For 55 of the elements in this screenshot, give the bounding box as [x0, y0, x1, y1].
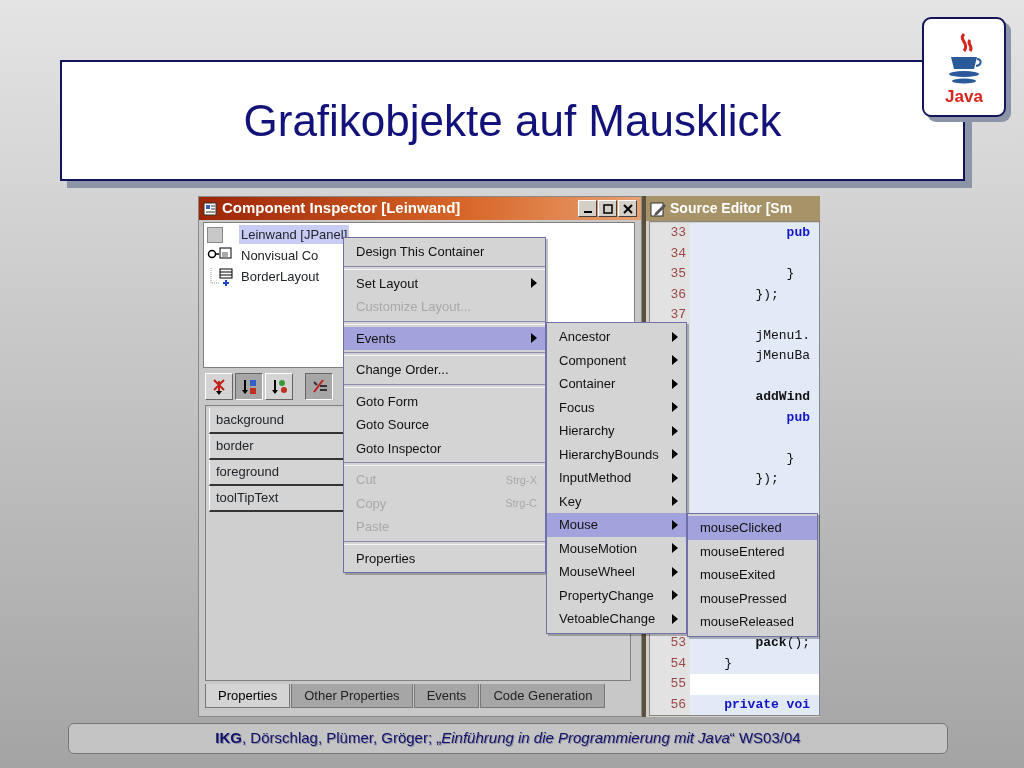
tree-item[interactable]: Nonvisual Co: [239, 245, 321, 266]
tab[interactable]: Properties: [205, 684, 291, 708]
menu-item[interactable]: PropertyChange: [547, 583, 686, 607]
menu-item[interactable]: mouseExited: [688, 563, 817, 587]
sort-icon: [270, 378, 288, 395]
menu-item[interactable]: mouseEntered: [688, 539, 817, 563]
line-number: 53: [650, 633, 690, 654]
menu-item[interactable]: MouseWheel: [547, 560, 686, 584]
menu-item[interactable]: Goto Source: [344, 413, 545, 437]
menu-item[interactable]: Goto Inspector: [344, 436, 545, 460]
menu-item[interactable]: mouseClicked: [688, 516, 817, 540]
window-title: Source Editor [Sm: [670, 199, 793, 218]
line-number: 54: [650, 653, 690, 674]
sort-icon: [240, 378, 258, 395]
filter-icon: [310, 378, 328, 395]
menu-item[interactable]: Change Order...: [344, 358, 545, 382]
line-number: 56: [650, 694, 690, 715]
minimize-icon: [583, 211, 592, 213]
menu-item[interactable]: mouseReleased: [688, 610, 817, 634]
menu-item[interactable]: Events: [344, 326, 545, 350]
line-number: 33: [650, 223, 690, 244]
menu-item[interactable]: Mouse: [547, 513, 686, 537]
menu-item[interactable]: mousePressed: [688, 586, 817, 610]
line-number: 34: [650, 243, 690, 264]
asterisk-arrow-icon: [210, 378, 228, 395]
menu-item[interactable]: Set Layout: [344, 271, 545, 295]
edit-icon: [650, 200, 666, 217]
menu-item[interactable]: MouseMotion: [547, 536, 686, 560]
menu-item[interactable]: Component: [547, 348, 686, 372]
tree-item[interactable]: BorderLayout: [239, 266, 322, 287]
close-button[interactable]: [618, 200, 637, 217]
tab[interactable]: Other Properties: [291, 684, 413, 708]
layout-icon: [207, 267, 233, 286]
panel-icon: [207, 226, 223, 243]
menu-item[interactable]: Ancestor: [547, 325, 686, 349]
window-title: Component Inspector [Leinwand]: [222, 198, 461, 219]
footer-text: IKG, Dörschlag, Plümer, Gröger; „Einführung in die Programmierung mit Java“ WS03/04: [215, 728, 801, 749]
line-number: 36: [650, 284, 690, 305]
line-number: 35: [650, 264, 690, 285]
logo-text: Java: [945, 87, 983, 105]
tab[interactable]: Events: [413, 684, 480, 708]
tab[interactable]: Code Generation: [480, 684, 606, 708]
toolbar-button[interactable]: [305, 373, 333, 400]
tree-item[interactable]: Leinwand [JPanel]: [239, 224, 350, 245]
close-icon: [622, 203, 633, 214]
line-number: 55: [650, 674, 690, 695]
menu-item[interactable]: Container: [547, 372, 686, 396]
maximize-button[interactable]: [598, 200, 617, 217]
menu-item[interactable]: VetoableChange: [547, 607, 686, 631]
toolbar-button[interactable]: [235, 373, 263, 400]
slide-title: Grafikobjekte auf Mausklick: [243, 94, 782, 147]
menu-item[interactable]: Properties: [344, 546, 545, 570]
minimize-button[interactable]: [578, 200, 597, 217]
maximize-icon: [602, 203, 613, 214]
window-icon: [203, 201, 217, 216]
